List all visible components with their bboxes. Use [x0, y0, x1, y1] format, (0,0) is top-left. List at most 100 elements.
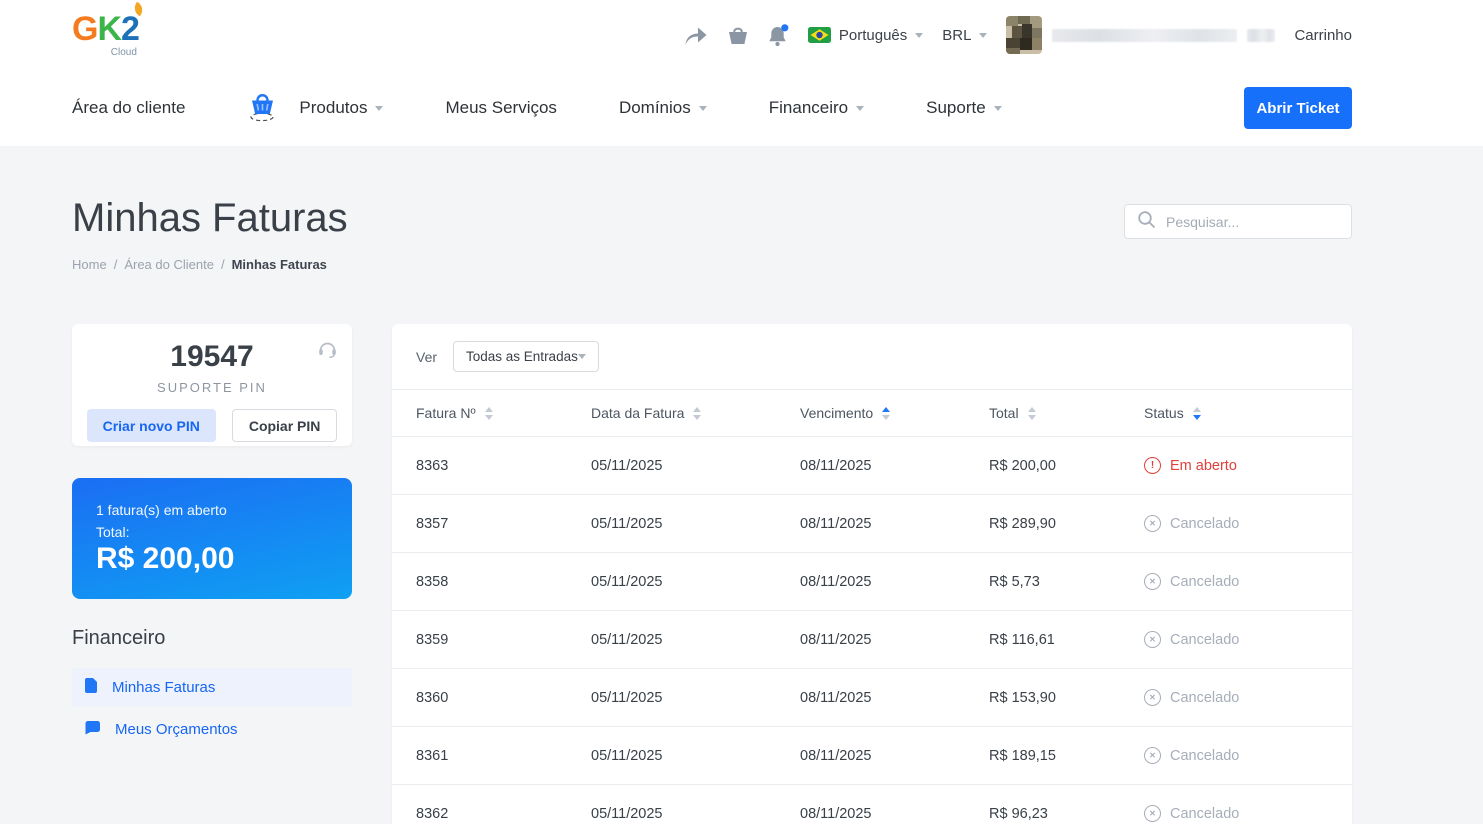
invoice-total: R$ 116,61: [989, 631, 1055, 648]
nav-item-area-do-cliente[interactable]: Área do cliente: [72, 98, 185, 118]
invoice-due-date: 08/11/2025: [800, 689, 872, 706]
search-icon: [1137, 210, 1156, 234]
support-pin-card: 19547 SUPORTE PIN Criar novo PIN Copiar …: [72, 324, 352, 446]
table-row[interactable]: 8362 05/11/2025 08/11/2025 R$ 96,23 ✕ Ca…: [392, 785, 1352, 824]
sidebar-section-title: Financeiro: [72, 627, 166, 649]
table-row[interactable]: 8363 05/11/2025 08/11/2025 R$ 200,00 ! E…: [392, 437, 1352, 495]
column-header-status[interactable]: Status: [1144, 405, 1328, 421]
chevron-down-icon: [979, 32, 988, 38]
invoice-total: R$ 96,23: [989, 805, 1048, 822]
invoice-date: 05/11/2025: [591, 515, 663, 532]
open-ticket-button[interactable]: Abrir Ticket: [1244, 87, 1352, 129]
invoice-number: 8360: [416, 689, 449, 706]
logo-letter-2: 2: [121, 1, 145, 48]
sort-icon: [1027, 406, 1036, 420]
status-badge: ✕ Cancelado: [1144, 689, 1328, 706]
nav-item-produtos[interactable]: Produtos: [299, 98, 384, 118]
support-pin-label: SUPORTE PIN: [157, 380, 267, 395]
status-icon: !: [1144, 457, 1161, 474]
invoice-date: 05/11/2025: [591, 805, 663, 822]
logo-subtitle: Cloud: [110, 47, 137, 58]
gk2-logo[interactable]: GK2 Cloud: [72, 1, 145, 58]
nav-item-meus-servicos[interactable]: Meus Serviços: [445, 98, 556, 118]
sort-icon: [693, 406, 702, 420]
currency-selector[interactable]: BRL: [942, 27, 988, 44]
share-icon[interactable]: [684, 25, 708, 46]
invoice-total: R$ 289,90: [989, 515, 1056, 532]
invoice-number: 8362: [416, 805, 449, 822]
status-badge: ✕ Cancelado: [1144, 515, 1328, 532]
chevron-down-icon: [578, 354, 587, 359]
status-label: Cancelado: [1170, 573, 1240, 590]
column-header-data-da-fatura[interactable]: Data da Fatura: [591, 405, 800, 421]
nav-item-financeiro[interactable]: Financeiro: [769, 98, 865, 118]
invoice-number: 8358: [416, 573, 449, 590]
breadcrumb-current: Minhas Faturas: [231, 257, 327, 272]
nav-item-dominios[interactable]: Domínios: [619, 98, 707, 118]
table-header-row: Fatura Nº Data da Fatura Vencimento Tota…: [392, 390, 1352, 437]
user-name-redacted-short: [1247, 28, 1276, 42]
breadcrumb: Home / Área do Cliente / Minhas Faturas: [72, 257, 327, 272]
status-label: Cancelado: [1170, 747, 1240, 764]
client-portal-page: GK2 Cloud Português BRL Carrinho Área do…: [0, 0, 1483, 824]
invoice-due-date: 08/11/2025: [800, 573, 872, 590]
invoice-total: R$ 5,73: [989, 573, 1040, 590]
invoice-table-body: 8363 05/11/2025 08/11/2025 R$ 200,00 ! E…: [392, 437, 1352, 824]
column-header-vencimento[interactable]: Vencimento: [800, 405, 989, 421]
status-badge: ✕ Cancelado: [1144, 573, 1328, 590]
table-row[interactable]: 8357 05/11/2025 08/11/2025 R$ 289,90 ✕ C…: [392, 495, 1352, 553]
invoice-due-date: 08/11/2025: [800, 515, 872, 532]
brazil-flag-icon: [807, 27, 831, 43]
sidebar-item-meus-orcamentos[interactable]: Meus Orçamentos: [72, 711, 352, 748]
status-label: Cancelado: [1170, 689, 1240, 706]
invoice-number: 8363: [416, 457, 449, 474]
status-badge: ✕ Cancelado: [1144, 631, 1328, 648]
nav-item-suporte[interactable]: Suporte: [926, 98, 1002, 118]
column-header-fatura-n[interactable]: Fatura Nº: [416, 405, 591, 421]
header: GK2 Cloud Português BRL Carrinho Área do…: [0, 0, 1483, 146]
status-icon: ✕: [1144, 689, 1161, 706]
invoice-date: 05/11/2025: [591, 689, 663, 706]
table-row[interactable]: 8358 05/11/2025 08/11/2025 R$ 5,73 ✕ Can…: [392, 553, 1352, 611]
sort-icon: [484, 406, 493, 420]
entries-filter-select[interactable]: Todas as Entradas: [453, 341, 600, 372]
user-name-redacted: [1052, 28, 1238, 42]
invoice-total: R$ 189,15: [989, 747, 1056, 764]
copy-pin-button[interactable]: Copiar PIN: [231, 409, 338, 442]
status-icon: ✕: [1144, 573, 1161, 590]
invoice-date: 05/11/2025: [591, 573, 663, 590]
cart-basket-illustration-icon[interactable]: [247, 90, 279, 127]
search-input[interactable]: [1166, 213, 1339, 230]
status-badge: ! Em aberto: [1144, 457, 1328, 474]
invoice-date: 05/11/2025: [591, 631, 663, 648]
filter-label: Ver: [416, 348, 438, 365]
language-selector[interactable]: Português: [807, 27, 924, 44]
chevron-down-icon: [993, 105, 1002, 111]
create-pin-button[interactable]: Criar novo PIN: [86, 409, 216, 442]
search-box: [1124, 204, 1352, 239]
basket-icon[interactable]: [727, 26, 749, 45]
logo-letter-g: G: [72, 10, 98, 48]
cart-link[interactable]: Carrinho: [1294, 27, 1352, 44]
user-menu[interactable]: [1006, 16, 1276, 54]
table-row[interactable]: 8360 05/11/2025 08/11/2025 R$ 153,90 ✕ C…: [392, 669, 1352, 727]
invoice-number: 8359: [416, 631, 449, 648]
sidebar-item-minhas-faturas[interactable]: Minhas Faturas: [72, 668, 352, 707]
breadcrumb-area-do-cliente[interactable]: Área do Cliente: [124, 257, 214, 272]
breadcrumb-separator: /: [113, 257, 118, 272]
invoice-due-date: 08/11/2025: [800, 457, 872, 474]
invoice-due-date: 08/11/2025: [800, 631, 872, 648]
status-badge: ✕ Cancelado: [1144, 747, 1328, 764]
breadcrumb-home[interactable]: Home: [72, 257, 107, 272]
sidebar: 19547 SUPORTE PIN Criar novo PIN Copiar …: [72, 324, 352, 752]
invoice-date: 05/11/2025: [591, 457, 663, 474]
chevron-down-icon: [375, 105, 384, 111]
status-label: Em aberto: [1170, 457, 1237, 474]
open-invoices-summary-card: 1 fatura(s) em aberto Total: R$ 200,00: [72, 478, 352, 599]
table-row[interactable]: 8361 05/11/2025 08/11/2025 R$ 189,15 ✕ C…: [392, 727, 1352, 785]
table-row[interactable]: 8359 05/11/2025 08/11/2025 R$ 116,61 ✕ C…: [392, 611, 1352, 669]
column-header-total[interactable]: Total: [989, 405, 1144, 421]
notifications-bell-icon[interactable]: [768, 23, 789, 47]
utility-bar: GK2 Cloud Português BRL Carrinho: [72, 0, 1352, 70]
invoice-due-date: 08/11/2025: [800, 805, 872, 822]
